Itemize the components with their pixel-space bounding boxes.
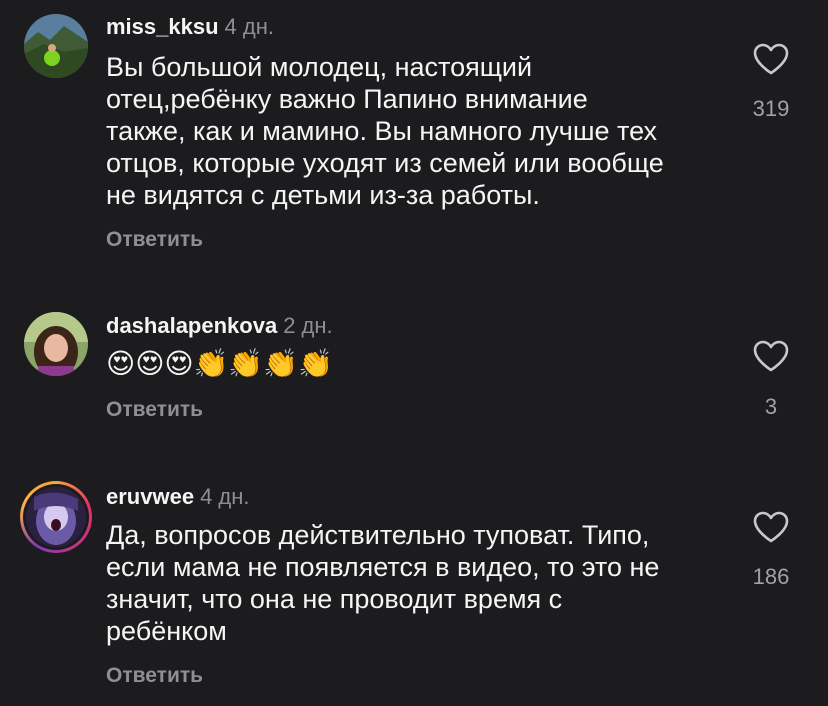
comment-time: 4 дн. <box>200 484 250 509</box>
heart-outline-icon <box>753 43 789 75</box>
reply-button[interactable]: Ответить <box>106 398 203 422</box>
reply-button[interactable]: Ответить <box>106 664 203 688</box>
comment-time: 4 дн. <box>224 14 274 39</box>
comment-header: miss_kksu 4 дн. <box>106 14 274 40</box>
comment-text: 😍😍😍👏👏👏👏 <box>106 347 334 380</box>
like-count: 3 <box>764 394 778 419</box>
portrait-avatar-icon <box>24 312 88 376</box>
comment-header: eruvwee 4 дн. <box>106 484 250 510</box>
comment-username[interactable]: dashalapenkova <box>106 313 277 338</box>
comment-username[interactable]: miss_kksu <box>106 14 219 39</box>
comment-time: 2 дн. <box>283 313 333 338</box>
user-avatar[interactable] <box>24 14 88 78</box>
like-count: 319 <box>752 96 790 121</box>
comment-text: Да, вопросов действительно туповат. Типо… <box>106 520 660 646</box>
story-ring-avatar-icon <box>26 487 86 547</box>
like-count: 186 <box>752 564 790 589</box>
like-button[interactable] <box>752 339 790 373</box>
landscape-avatar-icon <box>24 14 88 78</box>
reply-button[interactable]: Ответить <box>106 228 203 252</box>
user-avatar[interactable] <box>24 312 88 376</box>
comment-text: Вы большой молодец, настоящий отец,ребён… <box>106 52 664 210</box>
heart-outline-icon <box>753 340 789 372</box>
heart-outline-icon <box>753 511 789 543</box>
like-button[interactable] <box>752 42 790 76</box>
like-button[interactable] <box>752 510 790 544</box>
comment-header: dashalapenkova 2 дн. <box>106 313 333 339</box>
comment-username[interactable]: eruvwee <box>106 484 194 509</box>
user-avatar[interactable] <box>20 481 92 553</box>
